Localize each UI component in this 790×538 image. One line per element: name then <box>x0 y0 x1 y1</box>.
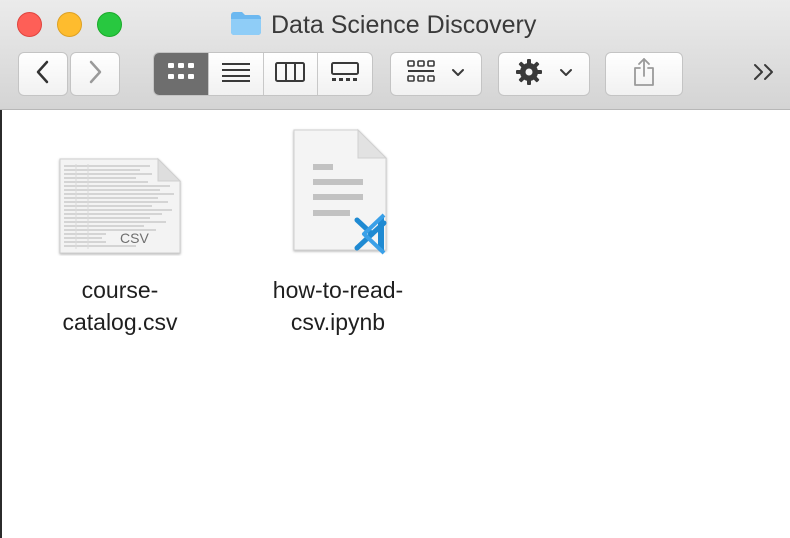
group-by-icon <box>407 59 435 89</box>
list-view-button[interactable] <box>207 53 263 95</box>
action-menu-button[interactable] <box>498 52 590 96</box>
share-button[interactable] <box>605 52 683 96</box>
maximize-button[interactable] <box>97 12 122 37</box>
icon-view-icon <box>167 62 195 87</box>
file-area: CSV course- catalog.csv how-to-read- csv… <box>0 111 790 538</box>
csv-document-icon: CSV <box>40 126 200 256</box>
icon-view-button[interactable] <box>154 53 208 95</box>
file-name: course- catalog.csv <box>40 274 200 338</box>
finder-window: Data Science Discovery CSV course- catal… <box>0 0 790 538</box>
chevron-right-icon <box>87 60 103 89</box>
file-name-line-1: how-to-read- <box>272 277 404 303</box>
chevron-down-icon <box>451 65 465 83</box>
minimize-button[interactable] <box>57 12 82 37</box>
window-title: Data Science Discovery <box>230 10 536 40</box>
file-name-line-1: course- <box>81 277 159 303</box>
csv-badge: CSV <box>120 230 149 246</box>
share-icon <box>632 57 656 92</box>
back-button[interactable] <box>18 52 68 96</box>
folder-icon <box>230 10 262 41</box>
list-view-icon <box>221 62 250 87</box>
file-name-line-2: csv.ipynb <box>290 309 386 335</box>
file-name: how-to-read- csv.ipynb <box>258 274 418 338</box>
gallery-view-button[interactable] <box>317 53 372 95</box>
chevron-left-icon <box>35 60 51 89</box>
column-view-button[interactable] <box>262 53 318 95</box>
column-view-icon <box>275 61 306 87</box>
vscode-document-icon <box>258 126 418 256</box>
toolbar: Data Science Discovery <box>0 0 790 110</box>
gear-icon <box>515 58 543 91</box>
view-mode-control <box>153 52 373 96</box>
gallery-view-icon <box>330 61 360 87</box>
chevron-down-icon <box>559 65 573 83</box>
forward-button[interactable] <box>70 52 120 96</box>
group-by-button[interactable] <box>390 52 482 96</box>
toolbar-overflow-button[interactable] <box>748 60 780 88</box>
file-name-line-2: catalog.csv <box>62 309 178 335</box>
close-button[interactable] <box>17 12 42 37</box>
window-title-text: Data Science Discovery <box>271 10 537 39</box>
double-chevron-right-icon <box>752 63 776 86</box>
